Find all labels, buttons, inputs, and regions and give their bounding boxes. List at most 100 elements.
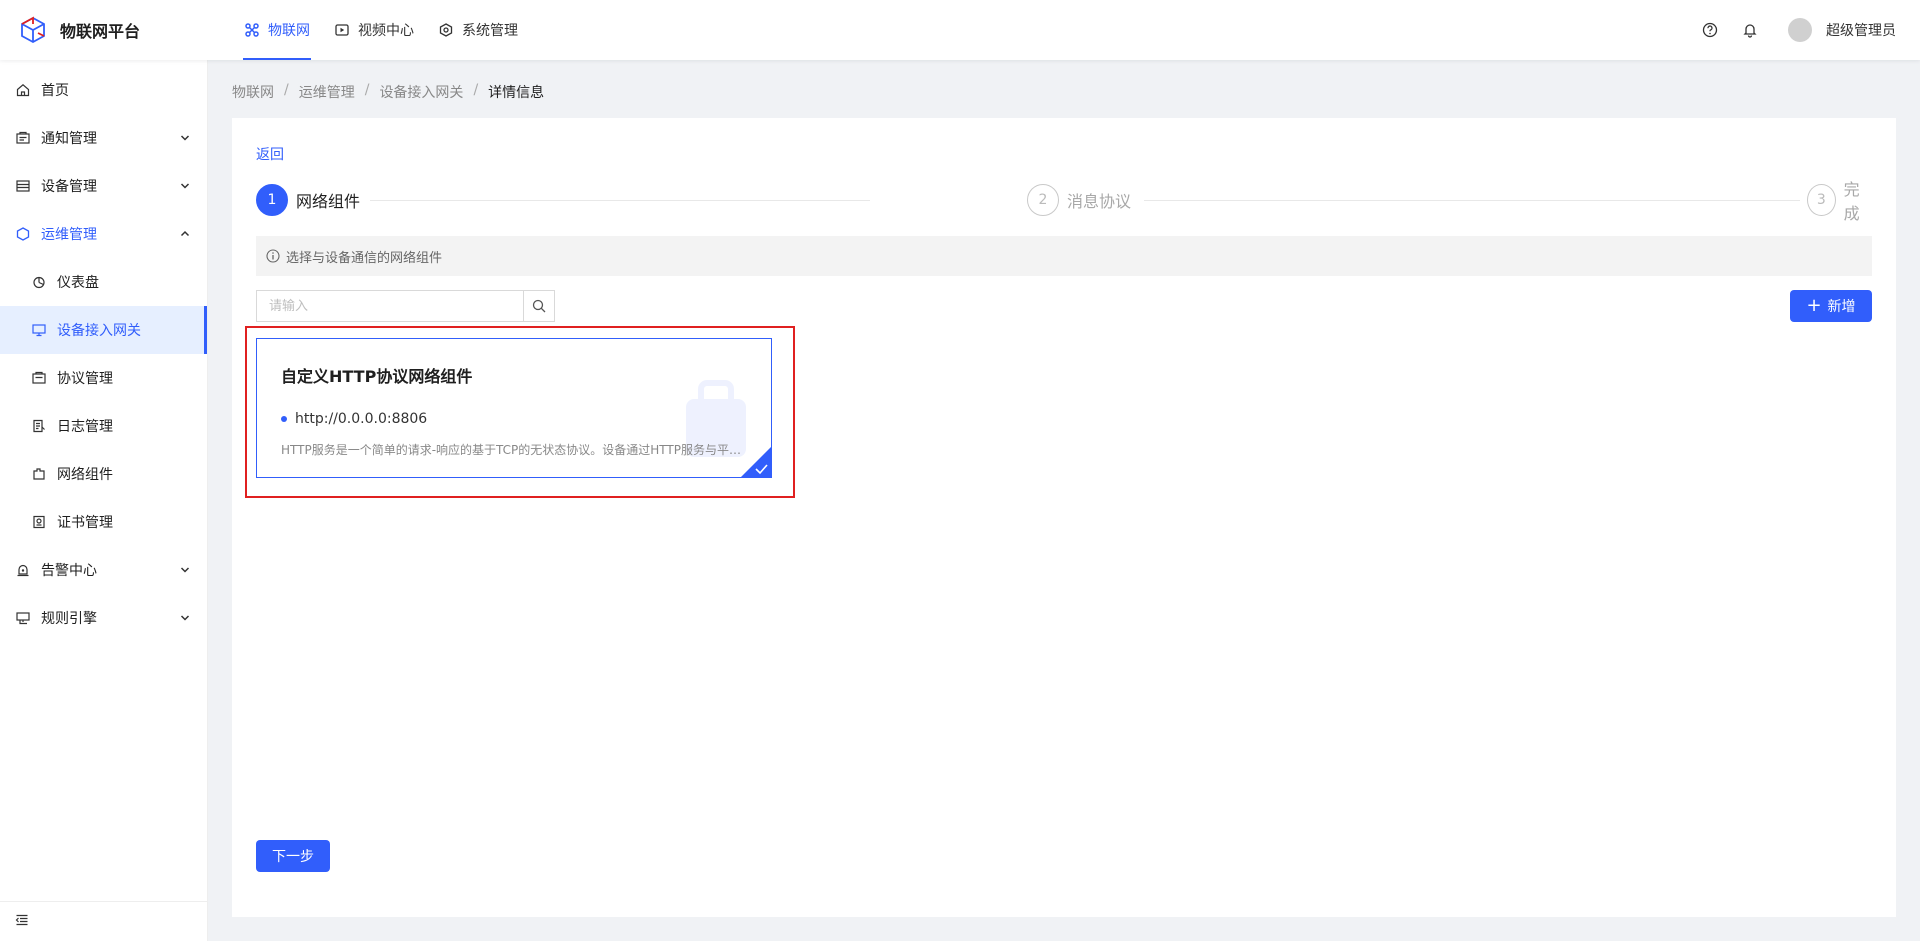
video-icon [334,22,350,38]
sidebar-item-label: 网络组件 [57,467,113,483]
top-header: 物联网平台 物联网 视频中心 系统管理 超级管理员 [0,0,1920,60]
home-icon [15,82,31,98]
topnav-iot-label: 物联网 [268,23,310,39]
plus-icon: + [1806,295,1822,316]
search-icon [532,299,546,313]
logo-cube-icon [21,16,45,44]
breadcrumb-item[interactable]: 运维管理 [299,82,355,102]
chevron-down-icon [179,132,191,144]
sidebar-item-dashboard[interactable]: 仪表盘 [0,258,207,306]
add-button-label: 新增 [1827,299,1856,315]
search-input[interactable] [256,290,523,322]
sidebar-item-label: 首页 [41,83,69,99]
log-icon [31,418,47,434]
step-title: 完成 [1843,180,1860,223]
info-icon [266,249,280,263]
breadcrumb-item[interactable]: 设备接入网关 [379,82,463,102]
protocol-icon [31,370,47,386]
card-title: 自定义HTTP协议网络组件 [281,367,473,386]
sidebar-item-alarm[interactable]: 告警中心 [0,546,207,594]
chevron-down-icon [179,180,191,192]
sidebar-item-ops[interactable]: 运维管理 [0,210,207,258]
sidebar-item-label: 设备管理 [41,179,97,195]
device-icon [15,178,31,194]
sidebar-item-log[interactable]: 日志管理 [0,402,207,450]
topnav-system[interactable]: 系统管理 [426,0,530,60]
step-title: 消息协议 [1067,192,1132,211]
ops-submenu: 仪表盘 设备接入网关 协议管理 日志管理 网络组件 证书管理 [0,258,207,546]
next-step-button[interactable]: 下一步 [256,840,330,872]
main-panel: 返回 1 网络组件 2 消息协议 3 完成 选择与设备通信的网络组件 + 新增 [232,118,1896,917]
network-component-card[interactable]: 自定义HTTP协议网络组件 http://0.0.0.0:8806 HTTP服务… [256,338,772,478]
back-link[interactable]: 返回 [256,144,284,164]
breadcrumb: 物联网 / 运维管理 / 设备接入网关 / 详情信息 [232,82,544,102]
breadcrumb-current: 详情信息 [488,85,545,101]
menu-fold-icon [15,913,29,931]
status-dot [281,416,287,422]
breadcrumb-separator: / [284,82,289,98]
sidebar-item-label: 运维管理 [41,227,97,243]
chevron-down-icon [179,612,191,624]
sidebar-item-label: 日志管理 [57,419,113,435]
search-button[interactable] [523,290,555,322]
sidebar-item-rule[interactable]: 规则引擎 [0,594,207,642]
sidebar-item-protocol[interactable]: 协议管理 [0,354,207,402]
step-connector [370,200,870,201]
topnav-iot[interactable]: 物联网 [232,0,322,60]
step-connector [1144,200,1800,201]
sidebar-item-notice[interactable]: 通知管理 [0,114,207,162]
sidebar-item-network[interactable]: 网络组件 [0,450,207,498]
sidebar-item-device[interactable]: 设备管理 [0,162,207,210]
card-address-text: http://0.0.0.0:8806 [295,411,428,427]
card-address: http://0.0.0.0:8806 [281,411,427,427]
step-2: 2 消息协议 [1027,184,1131,216]
sidebar-item-home[interactable]: 首页 [0,66,207,114]
topnav-video-label: 视频中心 [358,23,414,39]
step-3: 3 完成 [1807,180,1872,223]
step-1: 1 网络组件 [256,184,360,216]
ops-icon [15,226,31,242]
avatar[interactable] [1788,18,1812,42]
add-button[interactable]: + 新增 [1790,290,1872,322]
iot-icon [244,22,260,38]
chevron-down-icon [179,564,191,576]
sidebar-collapse-button[interactable] [0,901,208,941]
bell-icon[interactable] [1740,20,1760,40]
app-name: 物联网平台 [60,22,141,41]
certificate-icon [31,514,47,530]
alarm-icon [15,562,31,578]
step-number: 3 [1807,184,1836,216]
sidebar: 首页 通知管理 设备管理 运维管理 仪表盘 设备接入网关 协议管理 日志管理 网… [0,60,208,941]
step-number: 2 [1027,184,1059,216]
topnav-system-label: 系统管理 [462,23,518,39]
selected-check-icon [741,447,771,477]
header-actions: 超级管理员 [1680,18,1920,42]
dashboard-icon [31,274,47,290]
sidebar-item-label: 通知管理 [41,131,97,147]
sidebar-item-label: 告警中心 [41,563,97,579]
search-box [256,290,555,322]
breadcrumb-separator: / [364,82,370,98]
sidebar-item-label: 规则引擎 [41,611,97,627]
sidebar-item-label: 仪表盘 [57,275,99,291]
next-step-label: 下一步 [272,849,314,865]
username[interactable]: 超级管理员 [1826,20,1896,40]
sidebar-item-gateway[interactable]: 设备接入网关 [0,306,207,354]
sidebar-item-label: 设备接入网关 [57,323,141,339]
sidebar-item-certificate[interactable]: 证书管理 [0,498,207,546]
info-alert: 选择与设备通信的网络组件 [256,236,1872,276]
chevron-up-icon [179,228,191,240]
info-alert-text: 选择与设备通信的网络组件 [286,250,443,266]
app-logo[interactable]: 物联网平台 [0,15,232,45]
top-nav: 物联网 视频中心 系统管理 [232,0,530,60]
step-title: 网络组件 [296,192,361,211]
steps: 1 网络组件 2 消息协议 3 完成 [256,180,1872,223]
card-description: HTTP服务是一个简单的请求-响应的基于TCP的无状态协议。设备通过HTTP服务… [281,443,751,457]
help-icon[interactable] [1700,20,1720,40]
network-icon [31,466,47,482]
breadcrumb-item[interactable]: 物联网 [232,82,274,102]
gateway-icon [31,322,47,338]
notice-icon [15,130,31,146]
breadcrumb-separator: / [473,82,479,98]
topnav-video[interactable]: 视频中心 [322,0,426,60]
